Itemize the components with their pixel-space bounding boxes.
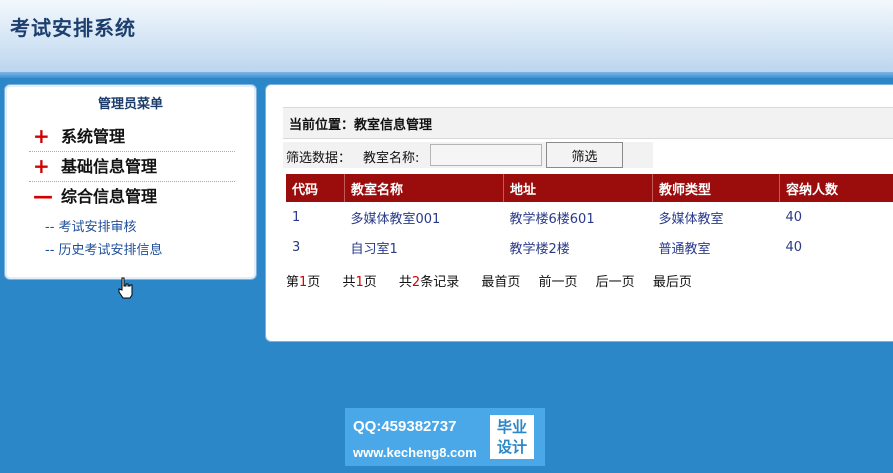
table-row[interactable]: 1 多媒体教室001 教学楼6楼601 多媒体教室 40 — [286, 202, 893, 232]
cell-classroom-name: 多媒体教室001 — [350, 211, 441, 227]
pagination: 第1页 共1页 共2条记录 最首页 前一页 后一页 最后页 — [286, 271, 706, 290]
sidebar-item-comprehensive-info[interactable]: — 综合信息管理 — [29, 183, 235, 211]
filter-label: 筛选数据： — [286, 151, 352, 166]
column-header-teacher-type: 教师类型 — [652, 174, 780, 202]
current-page-info: 第1页 — [286, 275, 321, 290]
submenu-exam-review[interactable]: -- 考试安排审核 — [45, 216, 137, 235]
expand-plus-icon: + — [33, 154, 50, 178]
header-stripe — [0, 72, 893, 78]
sidebar-item-label: 综合信息管理 — [61, 187, 158, 206]
sidebar-title: 管理员菜单 — [97, 97, 163, 112]
watermark-logo: 毕业 设计 — [490, 415, 534, 459]
breadcrumb-text: 当前位置：教室信息管理 — [289, 118, 433, 133]
classroom-table: 代码 教室名称 地址 教师类型 容纳人数 1 多媒体教室001 教学楼6楼601… — [286, 174, 893, 262]
sidebar-item-label: 系统管理 — [61, 127, 126, 146]
column-header-address: 地址 — [503, 174, 653, 202]
cell-capacity: 40 — [785, 209, 803, 225]
cell-capacity: 40 — [785, 239, 803, 255]
prev-page-link[interactable]: 前一页 — [539, 275, 578, 290]
cell-address: 教学楼2楼 — [509, 241, 570, 257]
column-header-capacity: 容纳人数 — [779, 174, 893, 202]
next-page-link[interactable]: 后一页 — [596, 275, 635, 290]
classroom-name-label: 教室名称: — [363, 151, 420, 166]
filter-button[interactable]: 筛选 — [546, 142, 623, 168]
submenu-exam-history[interactable]: -- 历史考试安排信息 — [45, 239, 163, 258]
total-records-info: 共2条记录 — [398, 275, 460, 290]
sidebar-item-label: 基础信息管理 — [61, 157, 158, 176]
total-pages-info: 共1页 — [342, 275, 377, 290]
classroom-name-input[interactable] — [430, 144, 542, 166]
expand-plus-icon: + — [33, 124, 50, 148]
breadcrumb: 当前位置：教室信息管理 — [283, 107, 893, 139]
cell-classroom-name: 自习室1 — [350, 241, 398, 257]
cell-teacher-type: 多媒体教室 — [658, 211, 724, 227]
app-header: 考试安排系统 — [0, 0, 893, 73]
cell-address: 教学楼6楼601 — [509, 211, 595, 227]
column-header-classroom-name: 教室名称 — [344, 174, 504, 202]
collapse-minus-icon: — — [33, 184, 53, 208]
table-row[interactable]: 3 自习室1 教学楼2楼 普通教室 40 — [286, 232, 893, 262]
app-title: 考试安排系统 — [10, 16, 136, 40]
watermark-url: www.kecheng8.com — [353, 445, 477, 460]
watermark-qq: QQ:459382737 — [353, 418, 457, 435]
watermark-badge: QQ:459382737 www.kecheng8.com 毕业 设计 — [345, 408, 545, 466]
first-page-link[interactable]: 最首页 — [481, 275, 520, 290]
cell-teacher-type: 普通教室 — [658, 241, 711, 257]
sidebar-item-system[interactable]: + 系统管理 — [29, 123, 235, 152]
column-header-code: 代码 — [286, 174, 345, 202]
hand-cursor-icon — [118, 277, 133, 299]
main-panel: 当前位置：教室信息管理 筛选数据： 教室名称: 筛选 代码 教室名称 地址 教师… — [265, 84, 893, 342]
sidebar-item-basic-info[interactable]: + 基础信息管理 — [29, 153, 235, 182]
filter-bar: 筛选数据： 教室名称: 筛选 — [283, 142, 653, 168]
table-header-row: 代码 教室名称 地址 教师类型 容纳人数 — [286, 174, 893, 202]
last-page-link[interactable]: 最后页 — [653, 275, 692, 290]
sidebar: 管理员菜单 + 系统管理 + 基础信息管理 — 综合信息管理 -- 考试安排审核… — [4, 84, 257, 299]
cell-code: 1 — [292, 209, 301, 225]
cell-code: 3 — [292, 239, 301, 255]
